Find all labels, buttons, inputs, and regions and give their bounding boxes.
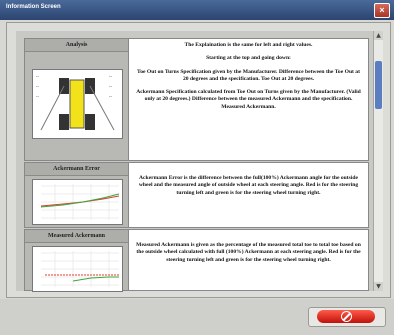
svg-text:--: -- bbox=[36, 84, 39, 89]
ackermann-error-row: Ackermann Error Ackermann Error is the d… bbox=[24, 162, 369, 228]
ackermann-error-graph bbox=[32, 179, 123, 225]
measured-ackermann-heading: Measured Ackermann bbox=[25, 230, 128, 243]
scroll-down-icon[interactable]: ▼ bbox=[374, 282, 383, 291]
analysis-line-4: Ackermann Specification calculated from … bbox=[136, 89, 361, 110]
measured-ackermann-graph bbox=[32, 246, 123, 292]
close-icon[interactable]: × bbox=[374, 3, 390, 18]
measured-ackermann-text: Measured Ackermann is given as the perce… bbox=[136, 242, 361, 263]
svg-text:--: -- bbox=[109, 94, 112, 99]
ackermann-error-heading: Ackermann Error bbox=[25, 163, 128, 176]
analysis-line-3: Toe Out on Turns Specification given by … bbox=[137, 68, 360, 82]
svg-text:--: -- bbox=[36, 74, 39, 79]
analysis-heading: Analysis bbox=[25, 39, 128, 52]
measured-ackermann-figure-cell: Measured Ackermann bbox=[24, 229, 129, 292]
analysis-row: Analysis -- -- -- -- -- -- The Explaination … bbox=[24, 38, 369, 161]
analysis-figure-cell: Analysis -- -- -- -- -- -- bbox=[24, 38, 129, 161]
line-graph-icon bbox=[40, 184, 120, 220]
measured-ackermann-row: Measured Ackermann Measured Ackermann is… bbox=[24, 229, 369, 292]
scroll-up-icon[interactable]: ▲ bbox=[374, 31, 383, 40]
cancel-icon bbox=[341, 311, 352, 322]
title-bar: Information Screen × bbox=[0, 0, 394, 20]
analysis-description: The Explaination is the same for left an… bbox=[129, 38, 369, 161]
window-title: Information Screen bbox=[6, 4, 61, 10]
car-diagram-icon: -- -- -- -- -- -- bbox=[36, 74, 115, 131]
svg-text:--: -- bbox=[109, 74, 112, 79]
svg-text:--: -- bbox=[36, 94, 39, 99]
measured-ackermann-description: Measured Ackermann is given as the perce… bbox=[129, 229, 369, 291]
line-graph-icon bbox=[41, 251, 119, 287]
ackermann-error-description: Ackermann Error is the difference betwee… bbox=[129, 162, 369, 228]
scroll-thumb[interactable] bbox=[375, 61, 382, 109]
analysis-diagram: -- -- -- -- -- -- bbox=[32, 69, 123, 139]
ackermann-error-text: Ackermann Error is the difference betwee… bbox=[138, 175, 359, 196]
cancel-pill[interactable] bbox=[317, 310, 375, 323]
ackermann-error-figure-cell: Ackermann Error bbox=[24, 162, 129, 228]
analysis-line-1: The Explaination is the same for left an… bbox=[184, 42, 313, 48]
svg-text:--: -- bbox=[109, 84, 112, 89]
analysis-line-2: Starting at the top and going down: bbox=[206, 55, 291, 62]
vertical-scrollbar[interactable]: ▲ ▼ bbox=[373, 31, 383, 291]
cancel-button[interactable] bbox=[308, 307, 386, 327]
